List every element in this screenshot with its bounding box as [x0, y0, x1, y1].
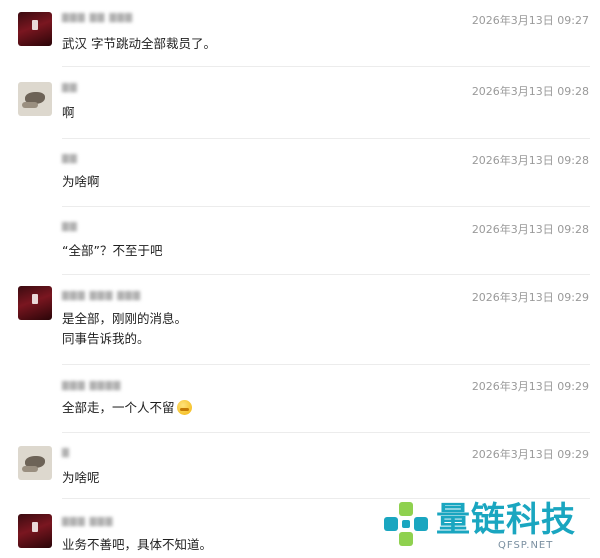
comment-item: ▇▇▇ ▇▇▇ ▇▇▇ 2026年3月13日 09:29 是全部，刚刚的消息。 …: [0, 278, 600, 364]
timestamp: 2026年3月13日 09:28: [471, 154, 589, 167]
watermark-domain: QFSP.NET: [498, 540, 554, 551]
username-blurred[interactable]: ▇▇▇ ▇▇▇▇: [62, 382, 121, 391]
comment-item: ▇▇ 2026年3月13日 09:28 啊: [0, 70, 600, 134]
comment-item: ▇▇▇ ▇▇▇▇ 2026年3月13日 09:29 全部走，一个人不留: [0, 368, 600, 430]
username-blurred[interactable]: ▇▇: [62, 84, 78, 93]
avatar[interactable]: [18, 446, 52, 480]
username-blurred[interactable]: ▇▇: [62, 155, 78, 164]
laughing-emoji-icon: [176, 400, 192, 415]
avatar[interactable]: [18, 82, 52, 116]
brand-logo-icon: [384, 502, 428, 546]
watermark-brand: 量链科技: [436, 500, 576, 540]
divider: [62, 66, 590, 67]
comment-text: 为啥呢: [62, 470, 100, 485]
comment-text: 业务不善吧，具体不知道。: [62, 537, 213, 552]
comment-text: 全部走，一个人不留: [62, 398, 192, 417]
comment-item: ▇▇ 2026年3月13日 09:28 “全部”？不至于吧: [0, 208, 600, 272]
username-blurred[interactable]: ▇▇: [62, 223, 78, 232]
watermark: 量链科技 QFSP.NET: [380, 500, 595, 554]
divider: [62, 432, 590, 433]
username-blurred[interactable]: ▇▇▇ ▇▇▇ ▇▇▇: [62, 292, 141, 301]
comment-text: 为啥啊: [62, 174, 100, 189]
comment-item: ▇ 2026年3月13日 09:29 为啥呢: [0, 436, 600, 498]
divider: [62, 364, 590, 365]
timestamp: 2026年3月13日 09:28: [471, 223, 589, 236]
avatar[interactable]: [18, 286, 52, 320]
divider: [62, 498, 590, 499]
comment-text-content: 全部走，一个人不留: [62, 400, 175, 415]
divider: [62, 206, 590, 207]
comment-item: ▇▇ 2026年3月13日 09:28 为啥啊: [0, 140, 600, 204]
username-blurred[interactable]: ▇▇▇ ▇▇▇: [62, 518, 113, 527]
comment-text: 是全部，刚刚的消息。: [62, 311, 188, 326]
comment-text: 武汉 字节跳动全部裁员了。: [62, 36, 216, 51]
timestamp: 2026年3月13日 09:29: [471, 291, 589, 304]
timestamp: 2026年3月13日 09:29: [471, 448, 589, 461]
timestamp: 2026年3月13日 09:28: [471, 85, 589, 98]
avatar[interactable]: [18, 514, 52, 548]
timestamp: 2026年3月13日 09:27: [471, 14, 589, 27]
comment-thread: ▇▇▇ ▇▇ ▇▇▇ 2026年3月13日 09:27 武汉 字节跳动全部裁员了…: [0, 0, 600, 558]
divider: [62, 138, 590, 139]
comment-item: ▇▇▇ ▇▇ ▇▇▇ 2026年3月13日 09:27 武汉 字节跳动全部裁员了…: [0, 0, 600, 62]
comment-text: “全部”？不至于吧: [62, 243, 163, 258]
timestamp: 2026年3月13日 09:29: [471, 380, 589, 393]
divider: [62, 274, 590, 275]
avatar[interactable]: [18, 12, 52, 46]
comment-text: 啊: [62, 105, 75, 120]
comment-text: 同事告诉我的。: [62, 331, 150, 346]
username-blurred[interactable]: ▇▇▇ ▇▇ ▇▇▇: [62, 14, 133, 23]
username-blurred[interactable]: ▇: [62, 449, 70, 458]
